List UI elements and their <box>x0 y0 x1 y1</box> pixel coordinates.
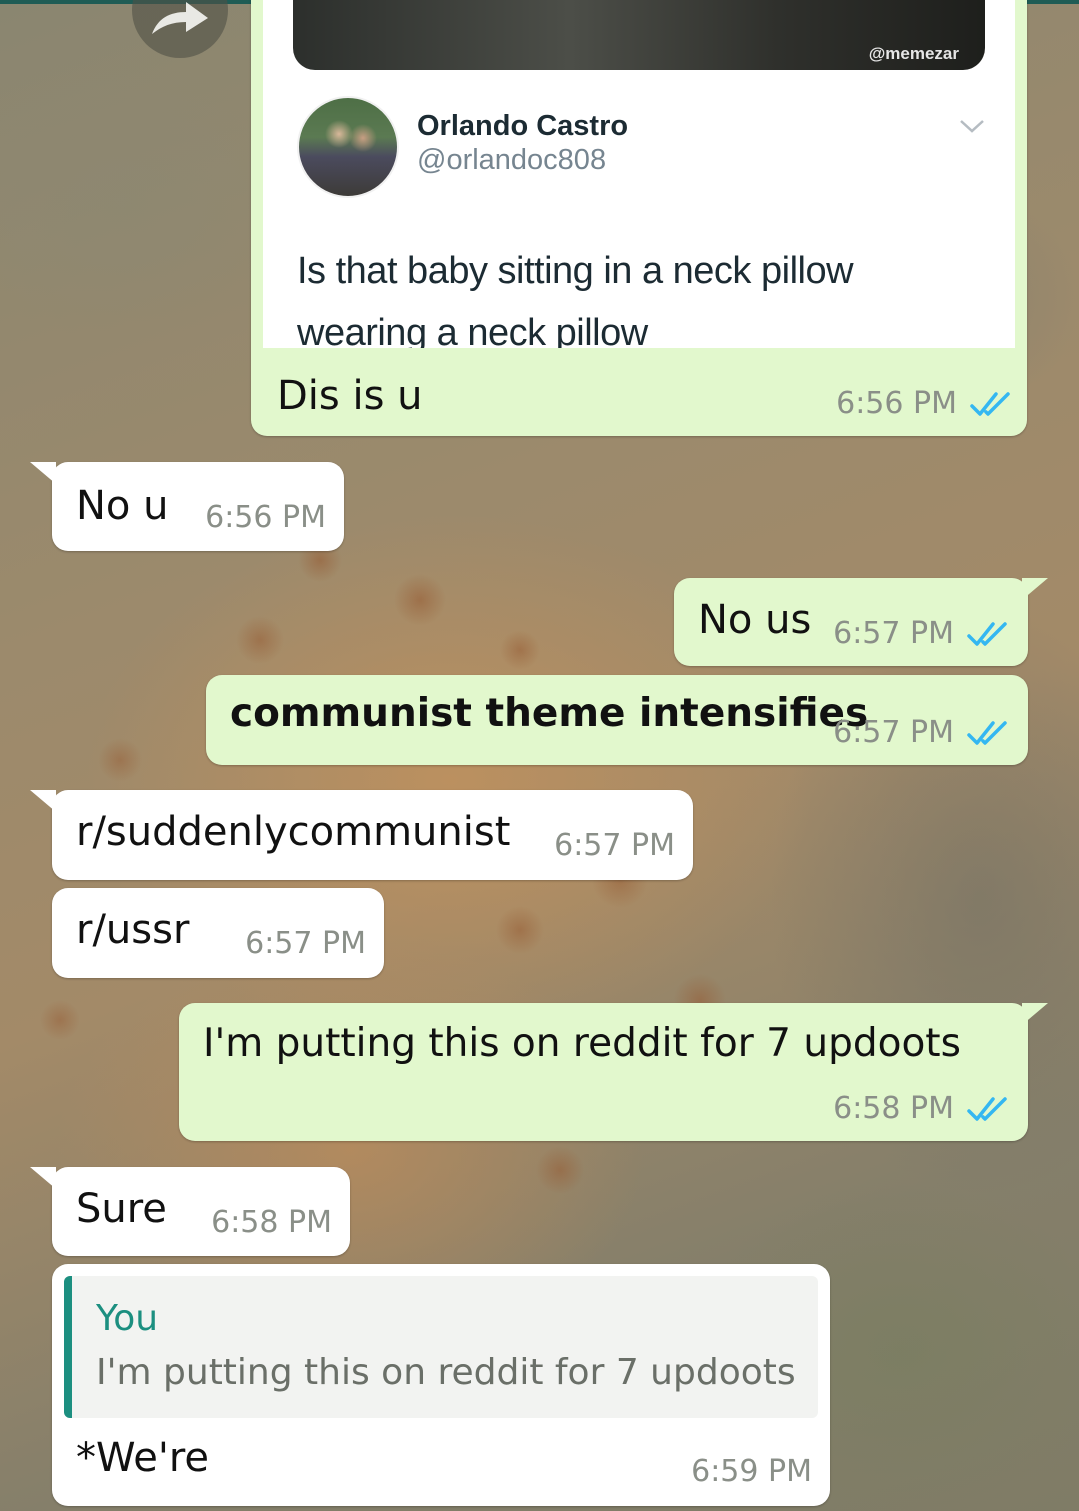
message-meta: 6:57 PM <box>245 926 366 961</box>
message-time: 6:56 PM <box>836 386 957 421</box>
tweet-attached-photo: @memezar <box>293 0 985 70</box>
message-meta: 6:56 PM <box>205 500 326 535</box>
message-time: 6:58 PM <box>833 1091 954 1126</box>
message-bubble-outgoing[interactable]: @memezar Orlando Castro @orlandoc808 Is … <box>251 0 1027 436</box>
message-meta: 6:56 PM <box>836 386 1013 421</box>
message-time: 6:59 PM <box>691 1454 812 1489</box>
message-text: No us <box>698 597 812 643</box>
message-meta: 6:59 PM <box>691 1454 812 1489</box>
message-meta: 6:58 PM <box>211 1205 332 1240</box>
forward-button[interactable] <box>132 0 228 58</box>
message-time: 6:57 PM <box>554 828 675 863</box>
double-check-read-icon <box>966 1095 1010 1123</box>
message-text: communist theme intensifies <box>230 691 869 736</box>
tweet-text: Is that baby sitting in a neck pillow we… <box>297 250 854 348</box>
message-meta: 6:58 PM <box>833 1091 1010 1126</box>
message-bubble-incoming[interactable]: No u 6:56 PM <box>30 462 344 551</box>
message-time: 6:57 PM <box>833 616 954 651</box>
message-bubble-incoming-reply[interactable]: You I'm putting this on reddit for 7 upd… <box>52 1264 830 1506</box>
message-text: Dis is u <box>277 373 423 419</box>
double-check-read-icon <box>969 390 1013 418</box>
message-text: I'm putting this on reddit for 7 updoots <box>203 1021 961 1066</box>
quote-accent-bar <box>64 1276 72 1418</box>
message-meta: 6:57 PM <box>833 616 1010 651</box>
chevron-down-icon <box>960 120 984 133</box>
message-bubble-outgoing[interactable]: No us 6:57 PM <box>674 578 1048 666</box>
double-check-read-icon <box>966 719 1010 747</box>
quoted-text: I'm putting this on reddit for 7 updoots <box>96 1352 796 1393</box>
quoted-author: You <box>96 1298 159 1339</box>
tweet-author-name: Orlando Castro <box>417 110 629 142</box>
message-bubble-outgoing[interactable]: communist theme intensifies 6:57 PM <box>206 675 1028 765</box>
message-text: r/suddenlycommunist <box>76 809 511 855</box>
message-meta: 6:57 PM <box>833 715 1010 750</box>
message-text: *We're <box>76 1435 209 1481</box>
message-time: 6:57 PM <box>833 715 954 750</box>
message-text: Sure <box>76 1186 167 1232</box>
message-meta: 6:57 PM <box>554 828 675 863</box>
message-text: No u <box>76 483 169 529</box>
message-bubble-incoming[interactable]: r/suddenlycommunist 6:57 PM <box>30 790 693 880</box>
forward-icon <box>152 2 208 34</box>
message-time: 6:58 PM <box>211 1205 332 1240</box>
watermark: @memezar <box>868 44 959 63</box>
tweet-author-handle: @orlandoc808 <box>417 144 607 176</box>
message-bubble-incoming[interactable]: r/ussr 6:57 PM <box>52 888 384 978</box>
quoted-message[interactable]: You I'm putting this on reddit for 7 upd… <box>64 1276 818 1418</box>
message-time: 6:56 PM <box>205 500 326 535</box>
message-time: 6:57 PM <box>245 926 366 961</box>
avatar <box>297 96 399 198</box>
message-text: r/ussr <box>76 907 190 953</box>
message-bubble-outgoing[interactable]: I'm putting this on reddit for 7 updoots… <box>179 1003 1048 1141</box>
double-check-read-icon <box>966 620 1010 648</box>
shared-tweet-image[interactable]: @memezar Orlando Castro @orlandoc808 Is … <box>263 0 1015 348</box>
message-bubble-incoming[interactable]: Sure 6:58 PM <box>30 1167 350 1256</box>
